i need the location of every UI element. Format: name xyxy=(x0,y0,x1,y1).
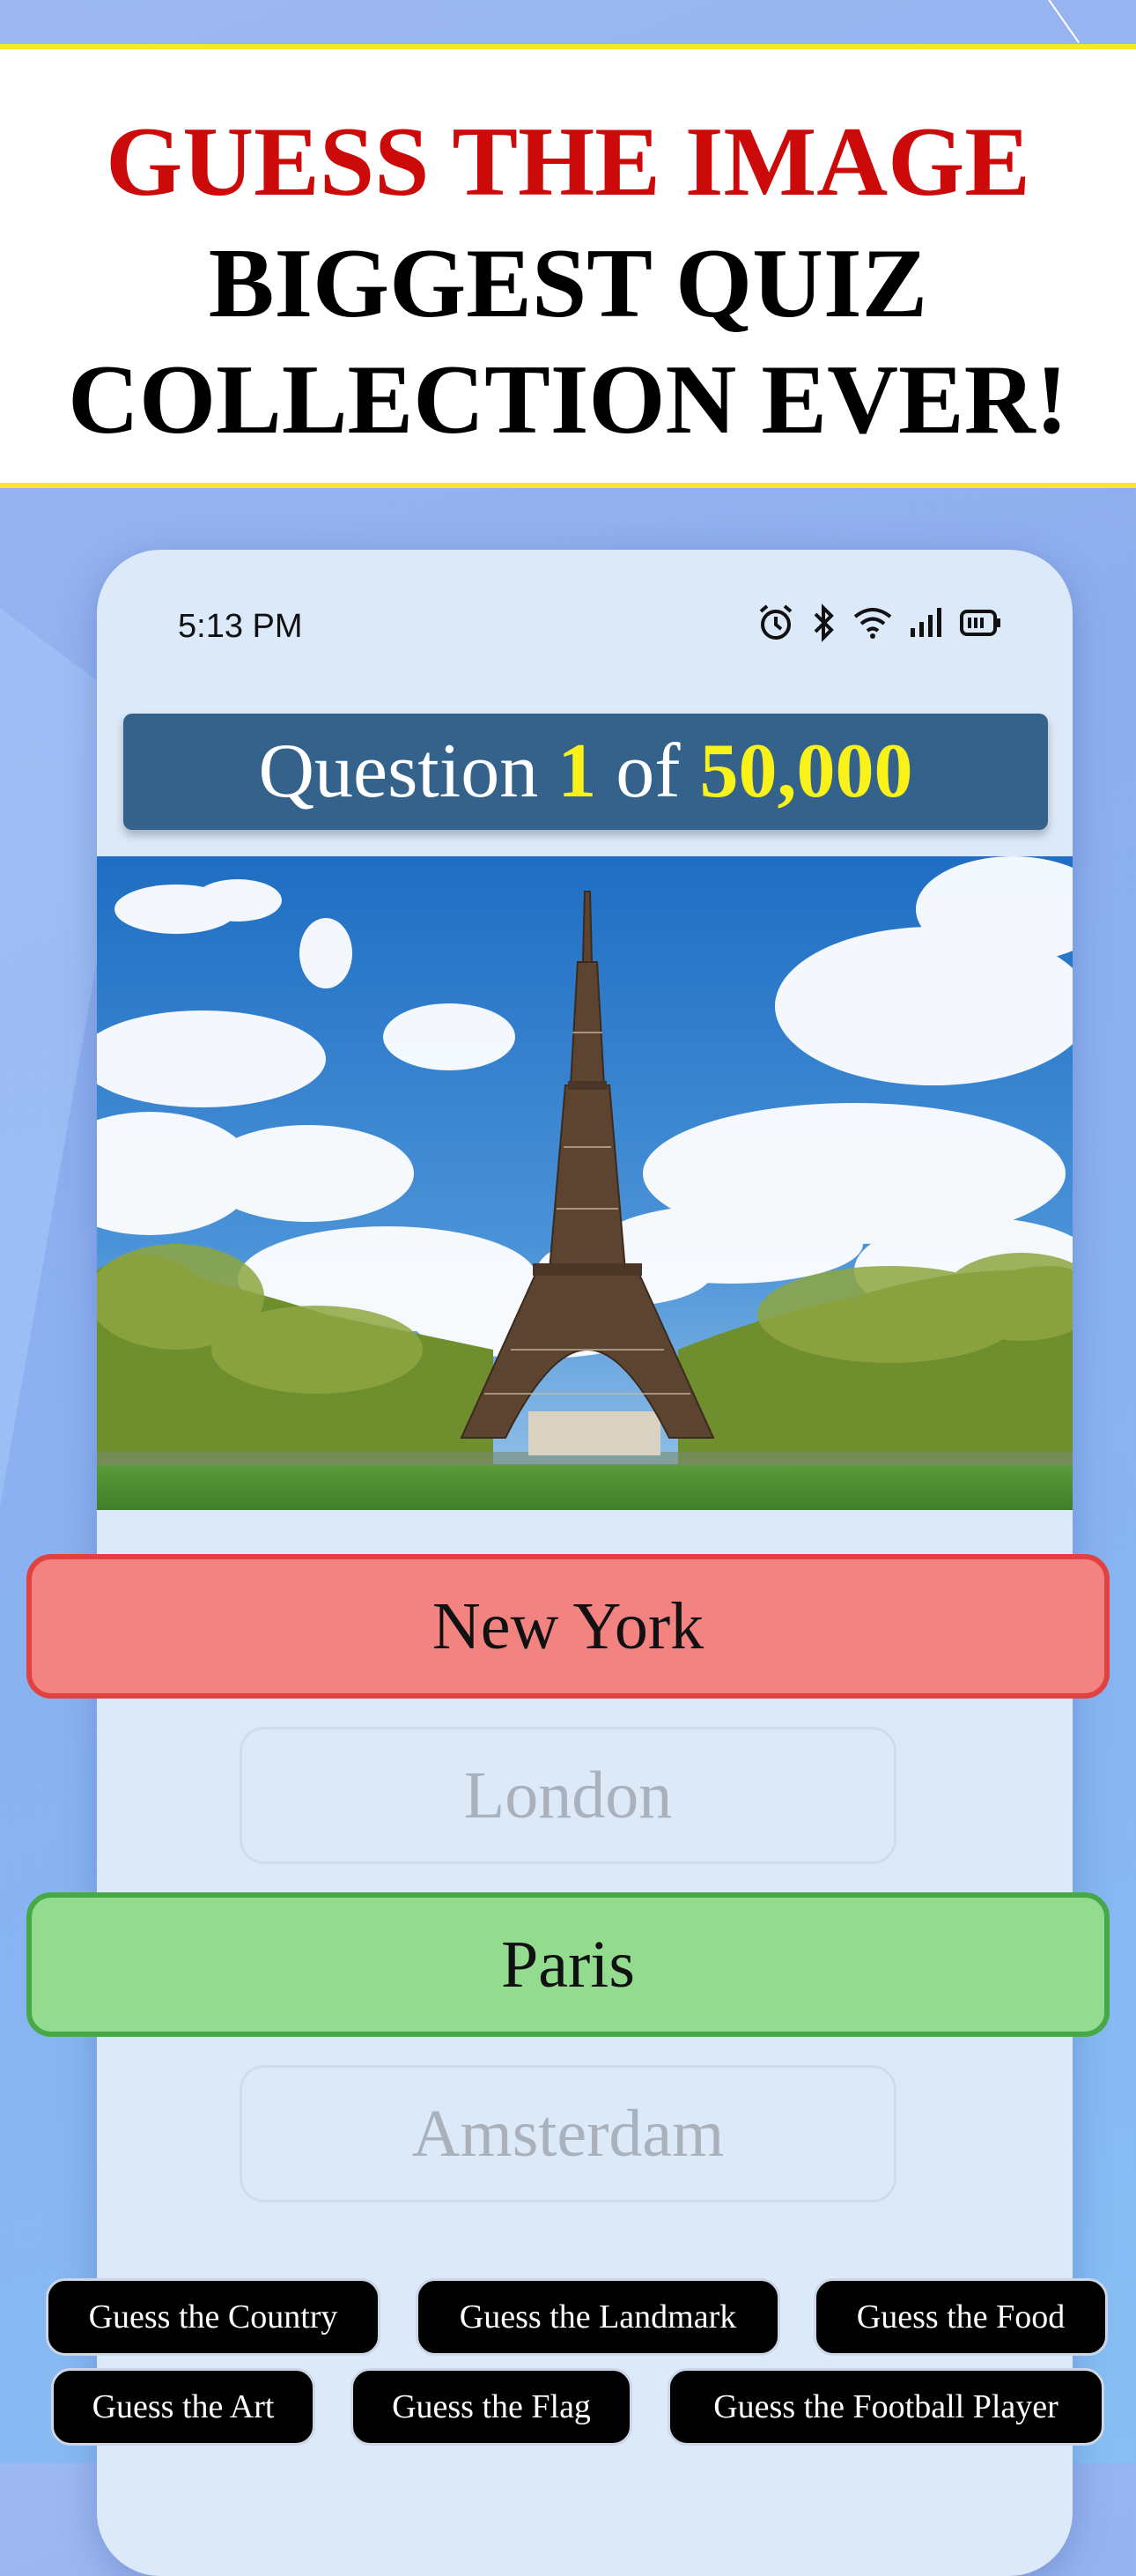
answer-london[interactable]: London xyxy=(240,1727,896,1864)
category-guess-country[interactable]: Guess the Country xyxy=(46,2278,380,2356)
category-guess-football-player[interactable]: Guess the Football Player xyxy=(668,2368,1104,2446)
answer-paris[interactable]: Paris xyxy=(26,1892,1110,2037)
question-prefix: Question xyxy=(258,729,539,814)
category-guess-flag[interactable]: Guess the Flag xyxy=(350,2368,632,2446)
promo-banner: GUESS THE IMAGE BIGGEST QUIZ COLLECTION … xyxy=(0,44,1136,488)
battery-icon xyxy=(960,610,1000,636)
question-counter: Question 1 of 50,000 xyxy=(123,714,1048,830)
category-guess-landmark[interactable]: Guess the Landmark xyxy=(416,2278,780,2356)
bluetooth-icon xyxy=(814,603,834,642)
promo-subline-2: COLLECTION EVER! xyxy=(68,345,1068,455)
question-of: of xyxy=(616,729,681,814)
category-guess-food[interactable]: Guess the Food xyxy=(814,2278,1108,2356)
promo-headline: GUESS THE IMAGE xyxy=(106,107,1030,217)
status-icons xyxy=(756,603,1002,643)
promo-subline-1: BIGGEST QUIZ xyxy=(208,229,928,338)
question-total: 50,000 xyxy=(699,729,913,814)
answer-new-york[interactable]: New York xyxy=(26,1554,1110,1699)
status-time: 5:13 PM xyxy=(178,608,303,645)
question-current: 1 xyxy=(557,729,597,814)
signal-icon xyxy=(911,608,941,637)
background-line xyxy=(1048,0,1081,44)
category-guess-art[interactable]: Guess the Art xyxy=(51,2368,315,2446)
alarm-icon xyxy=(759,604,793,640)
eiffel-tower-photo xyxy=(97,856,1073,1510)
wifi-icon xyxy=(853,608,892,639)
answer-amsterdam[interactable]: Amsterdam xyxy=(240,2065,896,2202)
